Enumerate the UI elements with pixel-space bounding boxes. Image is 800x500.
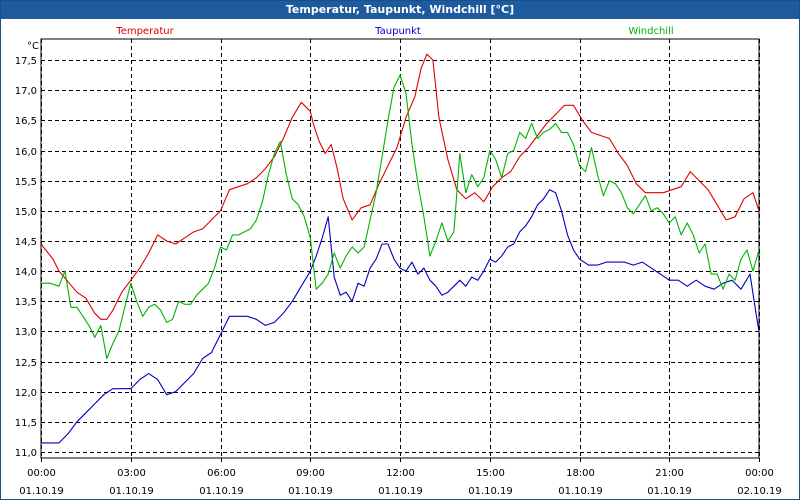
x-tick-date-label: 01.10.19 [378, 486, 423, 497]
x-tick-time-label: 21:00 [655, 468, 684, 479]
y-tick-label: 13,5 [15, 297, 37, 308]
chart-window: Temperatur, Taupunkt, Windchill [°C] 11,… [0, 0, 800, 500]
x-tick-time-label: 06:00 [207, 468, 236, 479]
grid [40, 38, 760, 459]
x-tick-date-label: 01.10.19 [199, 486, 244, 497]
x-tick-time-label: 03:00 [117, 468, 146, 479]
x-tick-time-label: 00:00 [27, 468, 56, 479]
x-tick-time-label: 00:00 [745, 468, 774, 479]
x-tick-date-label: 01.10.19 [19, 486, 64, 497]
y-tick-label: 11,5 [15, 418, 37, 429]
x-tick-time-label: 15:00 [476, 468, 505, 479]
x-tick-date-label: 01.10.19 [109, 486, 154, 497]
chart-canvas: 11,0 11,5 12,0 12,5 13,0 13,5 14,0 14,5 15,0 15,5… [15, 26, 782, 497]
y-tick-label: 14,5 [15, 237, 37, 248]
y-tick-label: 15,5 [15, 177, 37, 188]
x-tick-date-label: 02.10.19 [737, 486, 782, 497]
legend-label-temperatur: Temperatur [115, 26, 174, 37]
y-tick-label: 17,0 [15, 86, 37, 97]
x-tick-date-label: 01.10.19 [647, 486, 692, 497]
x-tick-time-label: 12:00 [386, 468, 415, 479]
y-tick-label: 16,5 [15, 116, 37, 127]
axes: 11,0 11,5 12,0 12,5 13,0 13,5 14,0 14,5 15,0 15,5… [15, 41, 782, 497]
legend-label-taupunkt: Taupunkt [374, 26, 421, 37]
y-tick-label: 14,0 [15, 267, 37, 278]
x-tick-time-label: 09:00 [296, 468, 325, 479]
x-tick-time-label: 18:00 [566, 468, 595, 479]
y-tick-label: 12,5 [15, 358, 37, 369]
y-tick-label: 17,5 [15, 56, 37, 67]
y-tick-label: 11,0 [15, 448, 37, 459]
x-tick-date-label: 01.10.19 [558, 486, 603, 497]
y-axis-unit-label: °C [27, 41, 39, 52]
y-tick-label: 15,0 [15, 207, 37, 218]
y-tick-label: 12,0 [15, 388, 37, 399]
x-tick-date-label: 01.10.19 [468, 486, 513, 497]
plot-area-border [40, 38, 760, 459]
y-tick-label: 13,0 [15, 327, 37, 338]
legend: Temperatur Taupunkt Windchill [115, 26, 673, 37]
legend-label-windchill: Windchill [628, 26, 673, 37]
y-tick-label: 16,0 [15, 147, 37, 158]
x-tick-date-label: 01.10.19 [288, 486, 333, 497]
